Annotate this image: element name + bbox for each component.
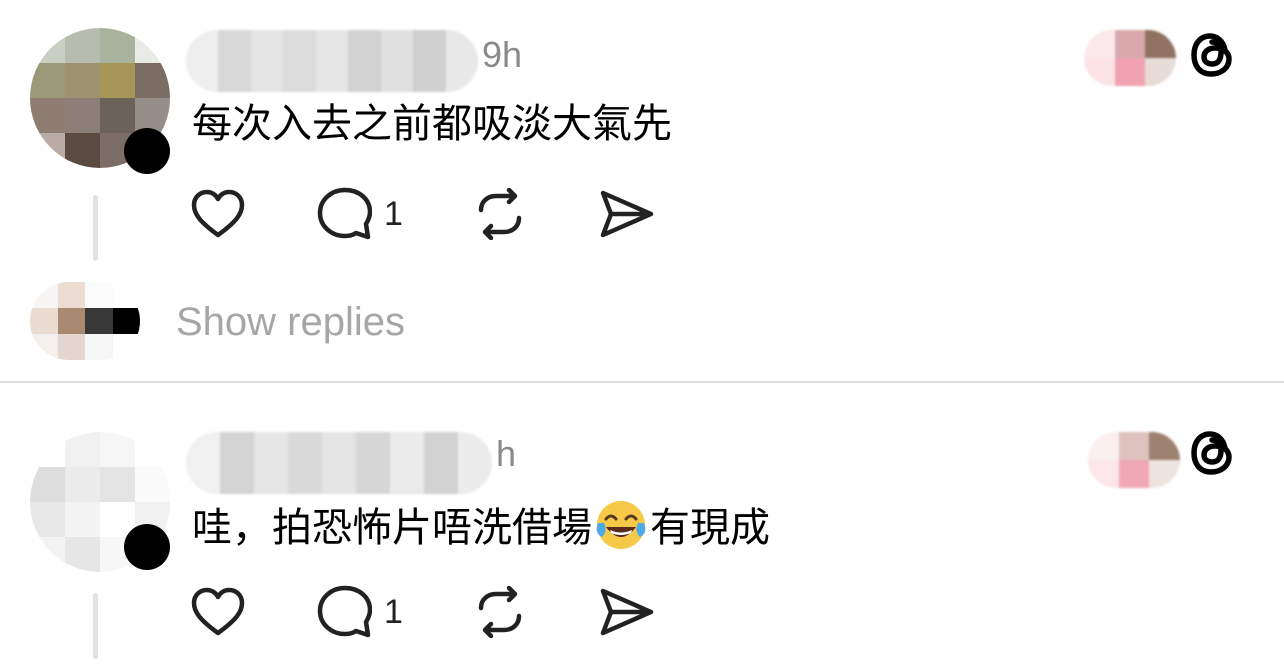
reply-count: 1 bbox=[384, 593, 403, 631]
share-icon bbox=[600, 588, 654, 636]
share-button[interactable] bbox=[596, 582, 656, 642]
post-text-part: 有現成 bbox=[650, 505, 770, 551]
avatar-badge bbox=[124, 128, 170, 174]
comment-icon bbox=[317, 187, 372, 240]
post-text: 每次入去之前都吸淡大氣先 bbox=[192, 101, 672, 147]
comment-icon bbox=[317, 585, 372, 638]
redacted-badge bbox=[1088, 432, 1180, 488]
heart-icon bbox=[191, 587, 245, 636]
share-icon bbox=[600, 190, 654, 238]
reply-avatar-stack[interactable] bbox=[30, 282, 140, 360]
post-time: 9h bbox=[482, 34, 523, 75]
comment-button[interactable] bbox=[314, 184, 374, 244]
face-with-tears-of-joy-icon bbox=[596, 501, 646, 549]
post-time: h bbox=[496, 433, 517, 474]
username-redacted[interactable] bbox=[186, 30, 478, 92]
share-button[interactable] bbox=[596, 184, 656, 244]
repost-icon bbox=[478, 586, 522, 638]
redacted-badge bbox=[1084, 30, 1176, 86]
comment-button[interactable] bbox=[314, 582, 374, 642]
post-text-part: 哇，拍恐怖片唔洗借場 bbox=[192, 505, 592, 551]
divider bbox=[0, 381, 1284, 383]
repost-icon bbox=[478, 188, 522, 240]
like-button[interactable] bbox=[188, 582, 248, 642]
threads-logo-icon[interactable] bbox=[1188, 28, 1238, 82]
reply-count: 1 bbox=[384, 195, 403, 233]
avatar-badge bbox=[124, 524, 170, 570]
post-text: 哇，拍恐怖片唔洗借場 有現成 bbox=[192, 497, 770, 552]
repost-button[interactable] bbox=[470, 582, 530, 642]
threads-logo-icon[interactable] bbox=[1188, 426, 1238, 480]
like-button[interactable] bbox=[188, 184, 248, 244]
repost-button[interactable] bbox=[470, 184, 530, 244]
show-replies-link[interactable]: Show replies bbox=[176, 300, 405, 345]
username-redacted[interactable] bbox=[186, 432, 492, 494]
thread-line bbox=[93, 593, 98, 659]
heart-icon bbox=[191, 189, 245, 238]
thread-line bbox=[93, 195, 98, 261]
